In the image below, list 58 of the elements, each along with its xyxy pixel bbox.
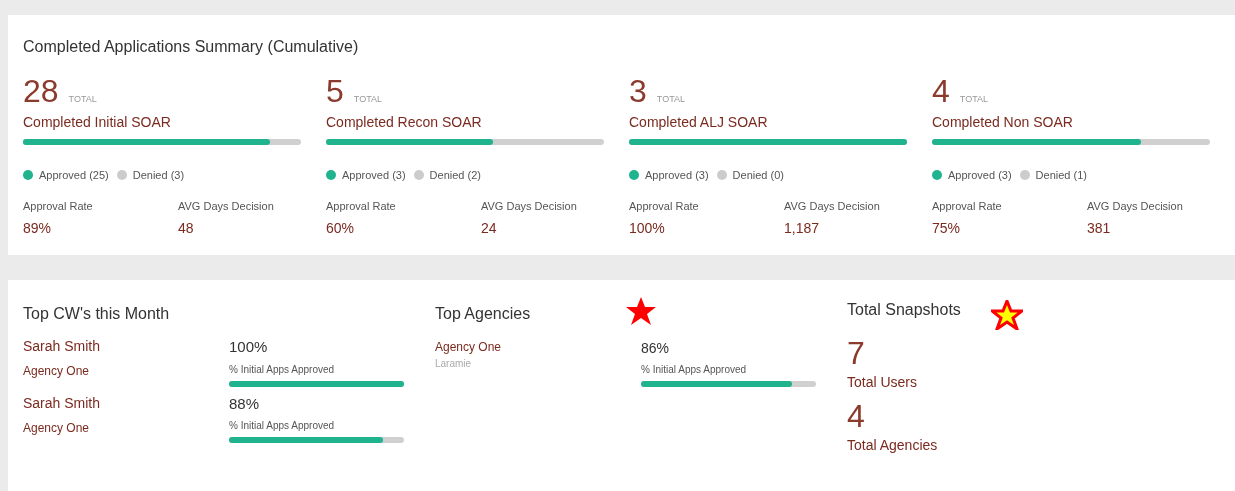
percent-caption: % Initial Apps Approved bbox=[229, 362, 336, 377]
metric-label: AVG Days Decision bbox=[481, 198, 577, 214]
percent-caption: % Initial Apps Approved bbox=[641, 363, 748, 377]
total-count: 4 bbox=[932, 73, 950, 109]
total-count: 28 bbox=[23, 73, 59, 109]
metric-value: 75% bbox=[932, 219, 962, 238]
group-title: Completed ALJ SOAR bbox=[629, 113, 769, 132]
metric-value: 89% bbox=[23, 219, 53, 238]
group-title: Completed Initial SOAR bbox=[23, 113, 172, 132]
legend-label: Approved (3) bbox=[645, 168, 709, 183]
stat-label: Total Users bbox=[847, 373, 919, 392]
section-title: Completed Applications Summary (Cumulative) bbox=[23, 37, 360, 57]
total-label: TOTAL bbox=[959, 93, 988, 106]
metric-label: AVG Days Decision bbox=[178, 198, 274, 214]
metric-value: 1,187 bbox=[784, 219, 821, 238]
legend-label: Denied (0) bbox=[732, 168, 784, 183]
section-title: Top CW's this Month bbox=[23, 304, 171, 324]
group-title: Completed Non SOAR bbox=[932, 113, 1074, 132]
stat-value: 4 bbox=[847, 397, 866, 435]
percent-value: 88% bbox=[229, 393, 261, 414]
percent-caption: % Initial Apps Approved bbox=[229, 419, 336, 433]
legend-label: Approved (25) bbox=[39, 168, 109, 183]
star-icon bbox=[625, 296, 657, 326]
agency-name: Agency One bbox=[23, 419, 91, 437]
section-title: Total Snapshots bbox=[847, 300, 961, 320]
metric-value: 100% bbox=[629, 219, 666, 238]
metric-value: 60% bbox=[326, 219, 356, 238]
stat-label: Total Agencies bbox=[847, 436, 939, 455]
star-icon bbox=[990, 300, 1023, 330]
group-title: Completed Recon SOAR bbox=[326, 113, 483, 132]
metric-label: Approval Rate bbox=[23, 198, 94, 214]
metric-label: AVG Days Decision bbox=[1087, 198, 1183, 214]
worker-name: Sarah Smith bbox=[23, 337, 102, 356]
total-count: 5 bbox=[326, 73, 344, 109]
metric-label: Approval Rate bbox=[629, 198, 700, 214]
metric-label: AVG Days Decision bbox=[784, 198, 880, 214]
total-label: TOTAL bbox=[656, 93, 685, 106]
agency-name: Agency One bbox=[435, 339, 503, 356]
agency-location: Laramie bbox=[435, 357, 473, 371]
metric-value: 24 bbox=[481, 219, 498, 238]
worker-name: Sarah Smith bbox=[23, 393, 102, 413]
total-count: 3 bbox=[629, 73, 647, 109]
agency-name: Agency One bbox=[23, 363, 91, 380]
metric-label: Approval Rate bbox=[932, 198, 1003, 214]
total-label: TOTAL bbox=[353, 93, 382, 106]
legend-label: Approved (3) bbox=[342, 168, 406, 183]
stat-value: 7 bbox=[847, 334, 866, 372]
total-label: TOTAL bbox=[68, 93, 97, 106]
legend-label: Approved (3) bbox=[948, 168, 1012, 183]
legend-label: Denied (1) bbox=[1035, 168, 1087, 183]
metric-value: 381 bbox=[1087, 219, 1112, 238]
legend-label: Denied (2) bbox=[429, 168, 481, 183]
metric-value: 48 bbox=[178, 219, 195, 238]
section-title: Top Agencies bbox=[435, 304, 532, 324]
legend-label: Denied (3) bbox=[132, 168, 185, 183]
percent-value: 86% bbox=[641, 339, 671, 358]
metric-label: Approval Rate bbox=[326, 198, 397, 214]
percent-value: 100% bbox=[229, 337, 269, 357]
